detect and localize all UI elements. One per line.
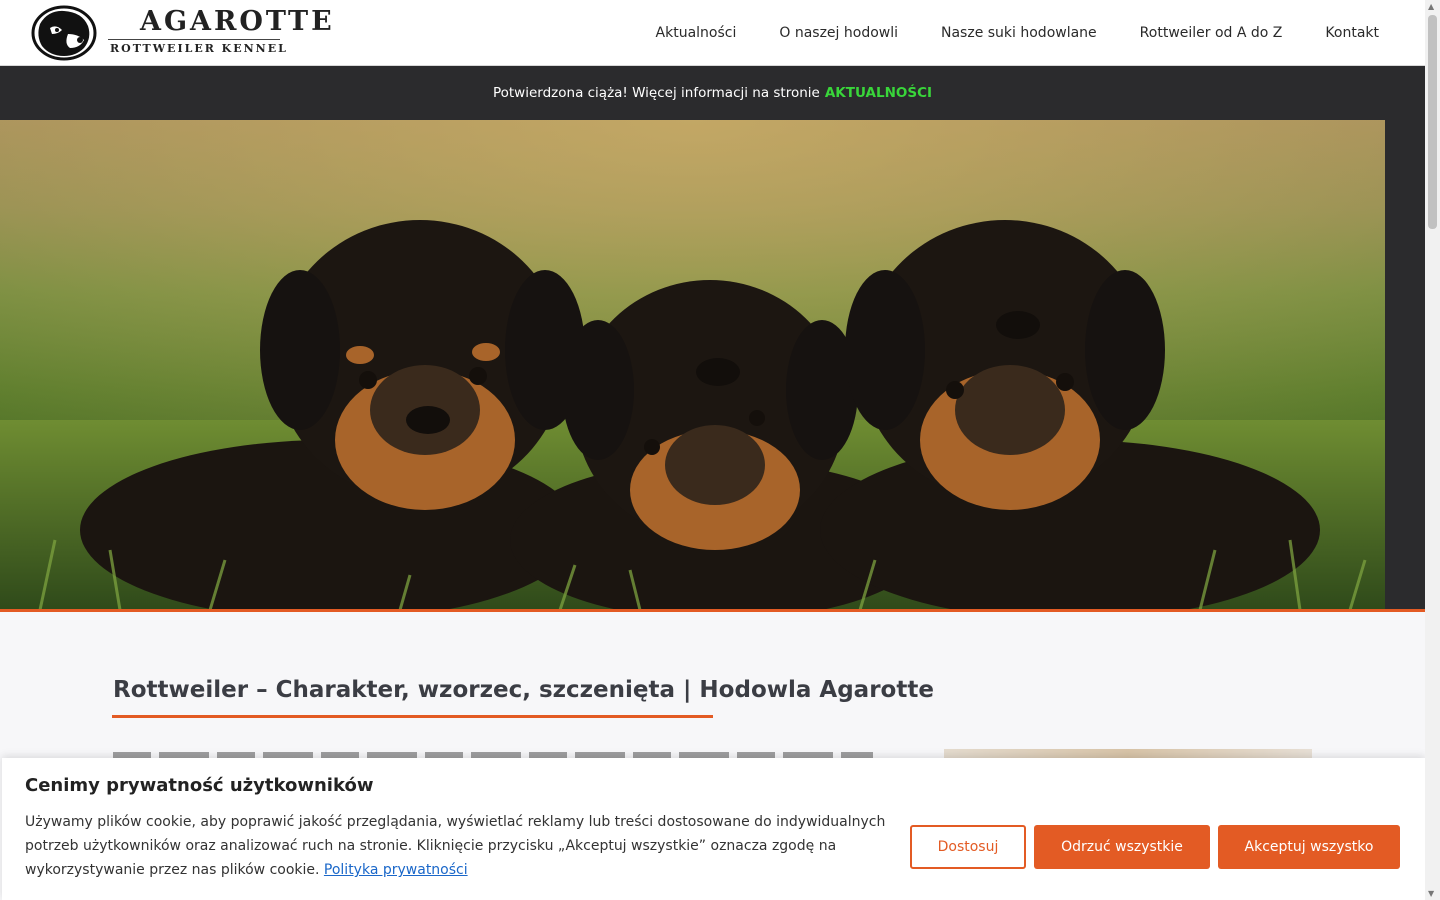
- reject-all-button[interactable]: Odrzuć wszystkie: [1034, 825, 1210, 869]
- title-underline: [112, 715, 713, 718]
- hero-accent-line: [0, 609, 1425, 612]
- nav-item-nasze-suki[interactable]: Nasze suki hodowlane: [941, 25, 1097, 41]
- logo-subtitle: ROTTWEILER KENNEL: [110, 42, 288, 55]
- nav-item-o-naszej-hodowli[interactable]: O naszej hodowli: [779, 25, 898, 41]
- cookie-heading: Cenimy prywatność użytkowników: [25, 775, 374, 796]
- logo-divider: [108, 39, 280, 40]
- cookie-banner: Cenimy prywatność użytkowników Używamy p…: [2, 758, 1425, 900]
- privacy-policy-link[interactable]: Polityka prywatności: [324, 862, 468, 878]
- scroll-up-icon[interactable]: ▲: [1428, 2, 1434, 11]
- site-header: AGAROTTE ROTTWEILER KENNEL Aktualności O…: [0, 0, 1425, 66]
- announcement-text: Potwierdzona ciąża! Więcej informacji na…: [492, 85, 820, 101]
- hero-side-strip: [1385, 120, 1425, 610]
- logo-title: AGAROTTE: [140, 6, 335, 37]
- nav-item-aktualnosci[interactable]: Aktualności: [656, 25, 737, 41]
- customize-button[interactable]: Dostosuj: [910, 825, 1026, 869]
- rottweiler-head-icon: [31, 5, 97, 61]
- announcement-link[interactable]: AKTUALNOŚCI: [825, 85, 932, 101]
- page-title: Rottweiler – Charakter, wzorzec, szczeni…: [113, 677, 934, 704]
- scroll-down-icon[interactable]: ▼: [1428, 889, 1434, 898]
- announcement-bar: Potwierdzona ciąża! Więcej informacji na…: [0, 66, 1425, 120]
- site-logo[interactable]: AGAROTTE ROTTWEILER KENNEL: [30, 4, 332, 61]
- page-scrollbar[interactable]: ▲ ▼: [1425, 0, 1440, 900]
- cookie-text: Używamy plików cookie, aby poprawić jako…: [25, 810, 895, 882]
- main-nav: Aktualności O naszej hodowli Nasze suki …: [613, 0, 1379, 65]
- nav-item-rottweiler-a-z[interactable]: Rottweiler od A do Z: [1140, 25, 1283, 41]
- nav-item-kontakt[interactable]: Kontakt: [1325, 25, 1379, 41]
- accept-all-button[interactable]: Akceptuj wszystko: [1218, 825, 1400, 869]
- puppies-illustration: [0, 120, 1385, 610]
- scrollbar-thumb[interactable]: [1428, 15, 1437, 229]
- hero-image: [0, 120, 1385, 610]
